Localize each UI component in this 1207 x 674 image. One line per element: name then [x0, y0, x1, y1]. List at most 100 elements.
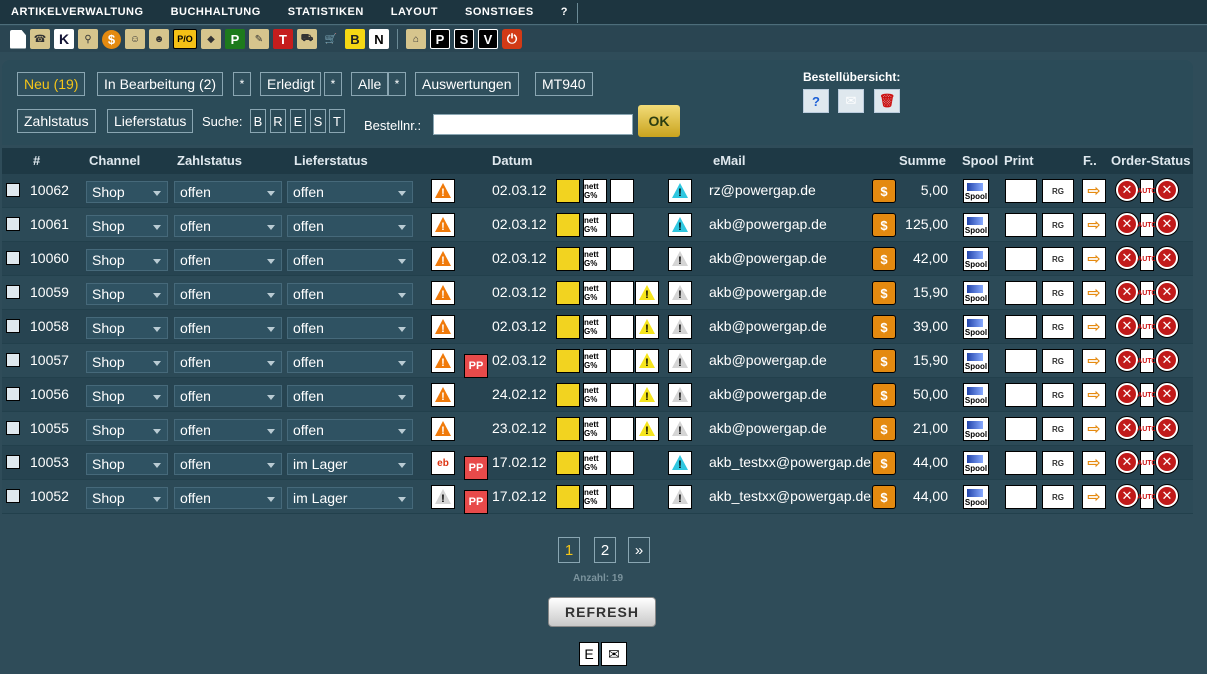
suche-b-button[interactable]: B	[250, 109, 266, 133]
print-rg-icon[interactable]: RG	[1042, 485, 1074, 509]
edit-icon[interactable]	[556, 213, 580, 237]
netto-icon[interactable]: nett G%	[583, 451, 607, 475]
spool-icon[interactable]: Spool	[963, 315, 989, 339]
truck-icon[interactable]: ⛟	[297, 29, 317, 49]
customer-email[interactable]: akb_testxx@powergap.de	[709, 488, 871, 504]
mail-icon[interactable]: ✉	[601, 642, 627, 666]
spool-icon[interactable]: Spool	[963, 417, 989, 441]
forward-arrow-icon[interactable]: ⇨	[1082, 247, 1106, 271]
customer-email[interactable]: akb@powergap.de	[709, 318, 827, 334]
cancel-icon[interactable]: ✕	[1116, 417, 1138, 439]
zahlstatus-button[interactable]: Zahlstatus	[17, 109, 96, 133]
auswertungen-button[interactable]: Auswertungen	[415, 72, 519, 96]
lieferstatus-select[interactable]: offen	[287, 385, 413, 407]
auto-icon[interactable]: AUTO	[1137, 315, 1157, 339]
zahlstatus-select[interactable]: offen	[174, 351, 282, 373]
channel-select[interactable]: Shop	[86, 215, 168, 237]
menu-layout[interactable]: Layout	[391, 6, 438, 18]
cancel-icon[interactable]: ✕	[1116, 315, 1138, 337]
house-icon[interactable]: ⌂	[406, 29, 426, 49]
yellow-warning-icon[interactable]: !	[635, 383, 659, 407]
document-icon[interactable]	[610, 179, 634, 203]
status-warning-icon[interactable]: !	[431, 213, 455, 237]
col-email[interactable]: eMail	[713, 153, 746, 168]
customer-email[interactable]: akb@powergap.de	[709, 386, 827, 402]
lieferstatus-select[interactable]: offen	[287, 419, 413, 441]
status-warning-icon[interactable]: !	[431, 383, 455, 407]
channel-select[interactable]: Shop	[86, 351, 168, 373]
auto-icon[interactable]: AUTO	[1137, 247, 1157, 271]
payment-dollar-icon[interactable]: $	[872, 349, 896, 373]
mail-warning-icon[interactable]: !	[668, 349, 692, 373]
delete-icon[interactable]: ✕	[1156, 281, 1178, 303]
mail-warning-icon[interactable]: !	[668, 451, 692, 475]
spool-icon[interactable]: Spool	[963, 213, 989, 237]
lieferstatus-select[interactable]: offen	[287, 215, 413, 237]
phone-icon[interactable]: ☎	[30, 29, 50, 49]
filter-in-bearbeitung-star[interactable]: *	[233, 72, 251, 96]
auto-icon[interactable]: AUTO	[1137, 213, 1157, 237]
spool-icon[interactable]: Spool	[963, 485, 989, 509]
s-box-icon[interactable]: S	[454, 29, 474, 49]
cancel-icon[interactable]: ✕	[1116, 281, 1138, 303]
lieferstatus-select[interactable]: offen	[287, 317, 413, 339]
customer-email[interactable]: akb@powergap.de	[709, 420, 827, 436]
delete-icon[interactable]: ✕	[1156, 417, 1178, 439]
document-icon[interactable]	[610, 349, 634, 373]
edit-icon[interactable]	[556, 281, 580, 305]
ok-button[interactable]: OK	[638, 105, 680, 137]
row-detail-icon[interactable]	[6, 319, 20, 333]
print-icon[interactable]	[1005, 213, 1037, 237]
edit-icon[interactable]	[556, 315, 580, 339]
cancel-icon[interactable]: ✕	[1116, 451, 1138, 473]
document-icon[interactable]	[610, 383, 634, 407]
menu-statistiken[interactable]: Statistiken	[288, 6, 364, 18]
lieferstatus-button[interactable]: Lieferstatus	[107, 109, 194, 133]
yellow-warning-icon[interactable]: !	[635, 349, 659, 373]
col-id[interactable]: #	[33, 153, 40, 168]
zahlstatus-select[interactable]: offen	[174, 453, 282, 475]
status-warning-icon[interactable]: !	[431, 247, 455, 271]
customer-email[interactable]: rz@powergap.de	[709, 182, 816, 198]
mail-warning-icon[interactable]: !	[668, 485, 692, 509]
netto-icon[interactable]: nett G%	[583, 383, 607, 407]
print-rg-icon[interactable]: RG	[1042, 213, 1074, 237]
spool-icon[interactable]: Spool	[963, 383, 989, 407]
filter-in-bearbeitung-button[interactable]: In Bearbeitung (2)	[97, 72, 224, 96]
suche-e-button[interactable]: E	[290, 109, 306, 133]
col-datum[interactable]: Datum	[492, 153, 532, 168]
filter-erledigt-button[interactable]: Erledigt	[260, 72, 322, 96]
edit-icon[interactable]	[556, 485, 580, 509]
print-rg-icon[interactable]: RG	[1042, 179, 1074, 203]
cancel-icon[interactable]: ✕	[1116, 247, 1138, 269]
pen-icon[interactable]: ✎	[249, 29, 269, 49]
print-icon[interactable]	[1005, 417, 1037, 441]
filter-alle-button[interactable]: Alle	[351, 72, 389, 96]
mail-warning-icon[interactable]: !	[668, 247, 692, 271]
status-warning-icon[interactable]: !	[431, 349, 455, 373]
filter-alle-star[interactable]: *	[388, 72, 406, 96]
menu-artikelverwaltung[interactable]: Artikelverwaltung	[11, 6, 144, 18]
mail-warning-icon[interactable]: !	[668, 179, 692, 203]
print-icon[interactable]	[1005, 315, 1037, 339]
new-document-icon[interactable]	[10, 29, 26, 49]
edit-icon[interactable]	[556, 349, 580, 373]
ebay-icon[interactable]: eb	[431, 451, 455, 475]
payment-dollar-icon[interactable]: $	[872, 383, 896, 407]
channel-select[interactable]: Shop	[86, 487, 168, 509]
print-rg-icon[interactable]: RG	[1042, 451, 1074, 475]
shapes-icon[interactable]: ◆	[201, 29, 221, 49]
overview-icon[interactable]: ✉	[838, 89, 864, 113]
cancel-icon[interactable]: ✕	[1116, 179, 1138, 201]
spool-icon[interactable]: Spool	[963, 179, 989, 203]
next-page-button[interactable]: »	[628, 537, 650, 563]
col-lieferstatus[interactable]: Lieferstatus	[294, 153, 368, 168]
col-f[interactable]: F..	[1083, 153, 1097, 168]
auto-icon[interactable]: AUTO	[1137, 485, 1157, 509]
suche-r-button[interactable]: R	[270, 109, 286, 133]
delete-icon[interactable]: ✕	[1156, 349, 1178, 371]
netto-icon[interactable]: nett G%	[583, 349, 607, 373]
payment-dollar-icon[interactable]: $	[872, 179, 896, 203]
delete-icon[interactable]: ✕	[1156, 485, 1178, 507]
netto-icon[interactable]: nett G%	[583, 485, 607, 509]
